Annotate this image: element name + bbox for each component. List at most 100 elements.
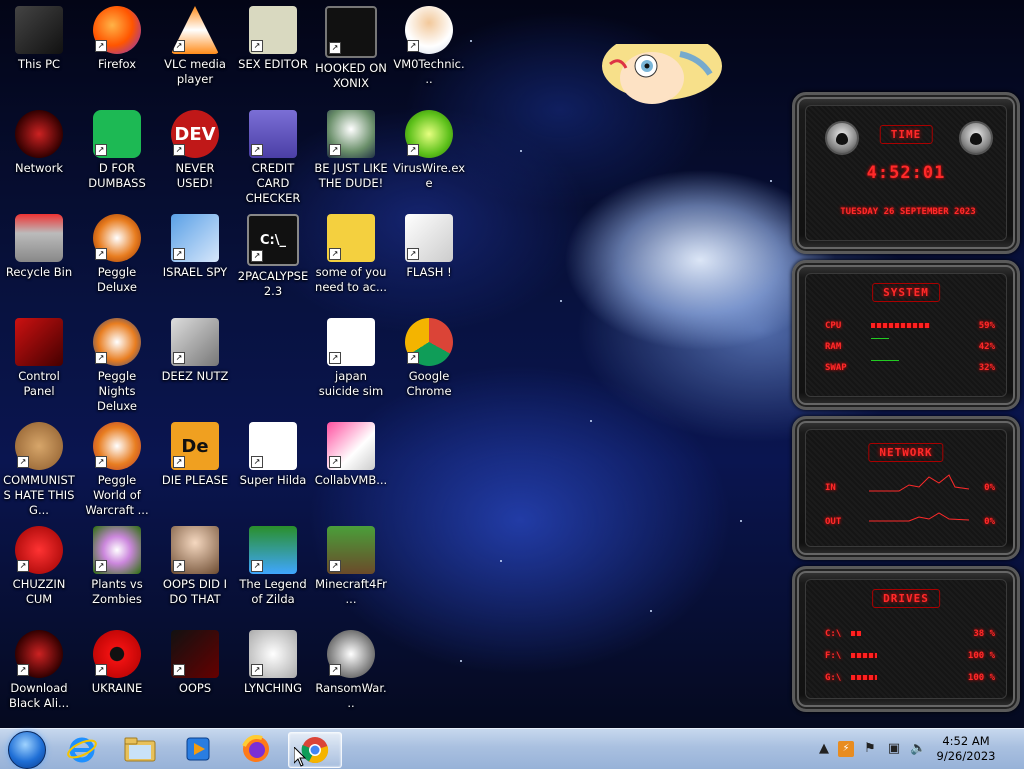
desktop-icon-israel-spy[interactable]: ↗ ISRAEL SPY (156, 208, 234, 310)
desktop-icon-japan-suicide-sim[interactable]: ↗ japan suicide sim (312, 312, 390, 414)
clock[interactable]: 4:52 AM 9/26/2023 (926, 734, 1006, 764)
volume-icon[interactable]: 🔈 (910, 741, 926, 757)
shortcut-arrow-icon: ↗ (17, 456, 29, 468)
desktop-icon-label: Peggle Nights Deluxe (97, 369, 137, 413)
shortcut-arrow-icon: ↗ (251, 250, 263, 262)
desktop-icon-vm0technic[interactable]: ↗ VM0Technic... (390, 0, 468, 102)
shortcut-arrow-icon: ↗ (329, 560, 341, 572)
desktop-icon-vlc[interactable]: ↗ VLC media player (156, 0, 234, 102)
desktop-icon-viruswire[interactable]: ↗ VirusWire.exe (390, 104, 468, 206)
shortcut-arrow-icon: ↗ (95, 248, 107, 260)
start-button[interactable] (8, 731, 46, 769)
desktop-icon-communists[interactable]: ↗ COMMUNISTS HATE THIS G... (0, 416, 78, 518)
desktop-icon-label: Firefox (97, 57, 137, 71)
be-just-like-the-dude-icon: ↗ (327, 110, 375, 158)
desktop-icon-label: FLASH ! (406, 265, 452, 279)
desktop-icon-label: Super Hilda (239, 473, 307, 487)
desktop-icon-chuzzin-cum[interactable]: ↗ CHUZZIN CUM (0, 520, 78, 622)
desktop-icon-sex-editor[interactable]: ↗ SEX EDITOR (234, 0, 312, 102)
time-panel: TIME 4:52:01 TUESDAY 26 SEPTEMBER 2023 (792, 92, 1020, 254)
desktop-icon-label: VM0Technic... (393, 57, 465, 86)
desktop-icon-label: some of you need to ac... (315, 265, 387, 294)
desktop-icon-2pacalypse[interactable]: C:\_ ↗ 2PACALYPSE 2.3 (234, 208, 312, 310)
desktop-icon-hooked-on-xonix[interactable]: ↗ HOOKED ON XONIX (312, 0, 390, 102)
desktop-icon-die-please[interactable]: De ↗ DIE PLEASE (156, 416, 234, 518)
drive-c-bar (851, 631, 861, 636)
action-center-flag-icon[interactable]: ⚑ (862, 741, 878, 757)
taskbar-media-player[interactable] (172, 732, 224, 766)
time-title: TIME (879, 125, 933, 144)
shortcut-arrow-icon: ↗ (329, 352, 341, 364)
desktop-icon-plants-vs-zombies[interactable]: ↗ Plants vs Zombies (78, 520, 156, 622)
app-tray-icon[interactable]: ⚡ (838, 741, 854, 757)
desktop-icon-some-of-you[interactable]: ↗ some of you need to ac... (312, 208, 390, 310)
desktop-icon-label: This PC (17, 57, 61, 71)
desktop-icon-label: D FOR DUMBASS (88, 161, 146, 190)
network-in-label: IN (825, 483, 836, 493)
desktop-icon-label: Peggle Deluxe (97, 265, 137, 294)
desktop-icon-peggle-nights[interactable]: ↗ Peggle Nights Deluxe (78, 312, 156, 414)
desktop-icon-network[interactable]: Network (0, 104, 78, 206)
system-tray: ▲ ⚡ ⚑ ▣ 🔈 4:52 AM 9/26/2023 (816, 729, 1016, 769)
desktop-icon-never-used[interactable]: DEV ↗ NEVER USED! (156, 104, 234, 206)
desktop-icon-label: Control Panel (18, 369, 60, 398)
desktop-icon-be-just-like-the-dude[interactable]: ↗ BE JUST LIKE THE DUDE! (312, 104, 390, 206)
desktop-icon-peggle-deluxe[interactable]: ↗ Peggle Deluxe (78, 208, 156, 310)
shortcut-arrow-icon: ↗ (251, 560, 263, 572)
desktop-icon-download-black-ali[interactable]: ↗ Download Black Ali... (0, 624, 78, 726)
system-monitor-gadget[interactable]: TIME 4:52:01 TUESDAY 26 SEPTEMBER 2023 S… (792, 92, 1020, 718)
desktop-icon-ransomware[interactable]: ↗ RansomWar... (312, 624, 390, 726)
desktop-icon-legend-of-zilda[interactable]: ↗ The Legend of Zilda (234, 520, 312, 622)
desktop-icon-oops[interactable]: ↗ OOPS (156, 624, 234, 726)
ransomware-icon: ↗ (327, 630, 375, 678)
never-used-icon: DEV ↗ (171, 110, 219, 158)
taskbar-file-explorer[interactable] (114, 732, 166, 766)
download-black-ali-icon: ↗ (15, 630, 63, 678)
desktop-icon-label: UKRAINE (91, 681, 143, 695)
desktop-icon-peggle-wow[interactable]: ↗ Peggle World of Warcraft ... (78, 416, 156, 518)
network-out-value: 0% (984, 517, 995, 527)
shortcut-arrow-icon: ↗ (251, 456, 263, 468)
desktop-icon-recycle-bin[interactable]: Recycle Bin (0, 208, 78, 310)
shortcut-arrow-icon: ↗ (407, 248, 419, 260)
desktop-icon-oops-did-i[interactable]: ↗ OOPS DID I DO THAT (156, 520, 234, 622)
taskbar-internet-explorer[interactable] (56, 732, 108, 766)
firefox-icon: ↗ (93, 6, 141, 54)
shortcut-arrow-icon: ↗ (95, 144, 107, 156)
desktop-icon-super-hilda[interactable]: ↗ Super Hilda (234, 416, 312, 518)
this-pc-icon (15, 6, 63, 54)
shortcut-arrow-icon: ↗ (173, 248, 185, 260)
network-title: NETWORK (868, 443, 944, 462)
network-icon (15, 110, 63, 158)
legend-of-zilda-icon: ↗ (249, 526, 297, 574)
desktop-icon-this-pc[interactable]: This PC (0, 0, 78, 102)
hooked-on-xonix-icon: ↗ (325, 6, 377, 58)
alien-logo-icon (959, 121, 993, 155)
desktop-icon-credit-card-checker[interactable]: ↗ CREDIT CARD CHECKER (234, 104, 312, 206)
desktop-icon-ukraine[interactable]: ↗ UKRAINE (78, 624, 156, 726)
desktop-icon-lynching[interactable]: ↗ LYNCHING (234, 624, 312, 726)
desktop-icon-d-for-dumbass[interactable]: ↗ D FOR DUMBASS (78, 104, 156, 206)
desktop-icon-collabvm[interactable]: ↗ CollabVMB... (312, 416, 390, 518)
recycle-bin-icon (15, 214, 63, 262)
oops-icon: ↗ (171, 630, 219, 678)
desktop-icon-deez-nutz[interactable]: ↗ DEEZ NUTZ (156, 312, 234, 414)
swap-label: SWAP (825, 363, 847, 373)
desktop-icon-control-panel[interactable]: Control Panel (0, 312, 78, 414)
desktop-icon-google-chrome[interactable]: ↗ Google Chrome (390, 312, 468, 414)
desktop-icon-label: Peggle World of Warcraft ... (85, 473, 149, 517)
show-hidden-icons-button[interactable]: ▲ (816, 741, 832, 757)
desktop-icon-label: CHUZZIN CUM (12, 577, 66, 606)
flash-icon: ↗ (405, 214, 453, 262)
network-panel: NETWORK IN 0% OUT 0% (792, 416, 1020, 560)
desktop-icon-label: RansomWar... (315, 681, 387, 710)
desktop-icon-label: BE JUST LIKE THE DUDE! (314, 161, 388, 190)
shortcut-arrow-icon: ↗ (407, 144, 419, 156)
desktop-icon-flash[interactable]: ↗ FLASH ! (390, 208, 468, 310)
desktop-icon-firefox[interactable]: ↗ Firefox (78, 0, 156, 102)
shortcut-arrow-icon: ↗ (407, 40, 419, 52)
taskbar-firefox[interactable] (230, 732, 282, 766)
shortcut-arrow-icon: ↗ (95, 352, 107, 364)
network-icon[interactable]: ▣ (886, 741, 902, 757)
desktop-icon-minecraft[interactable]: ↗ Minecraft4Fr... (312, 520, 390, 622)
